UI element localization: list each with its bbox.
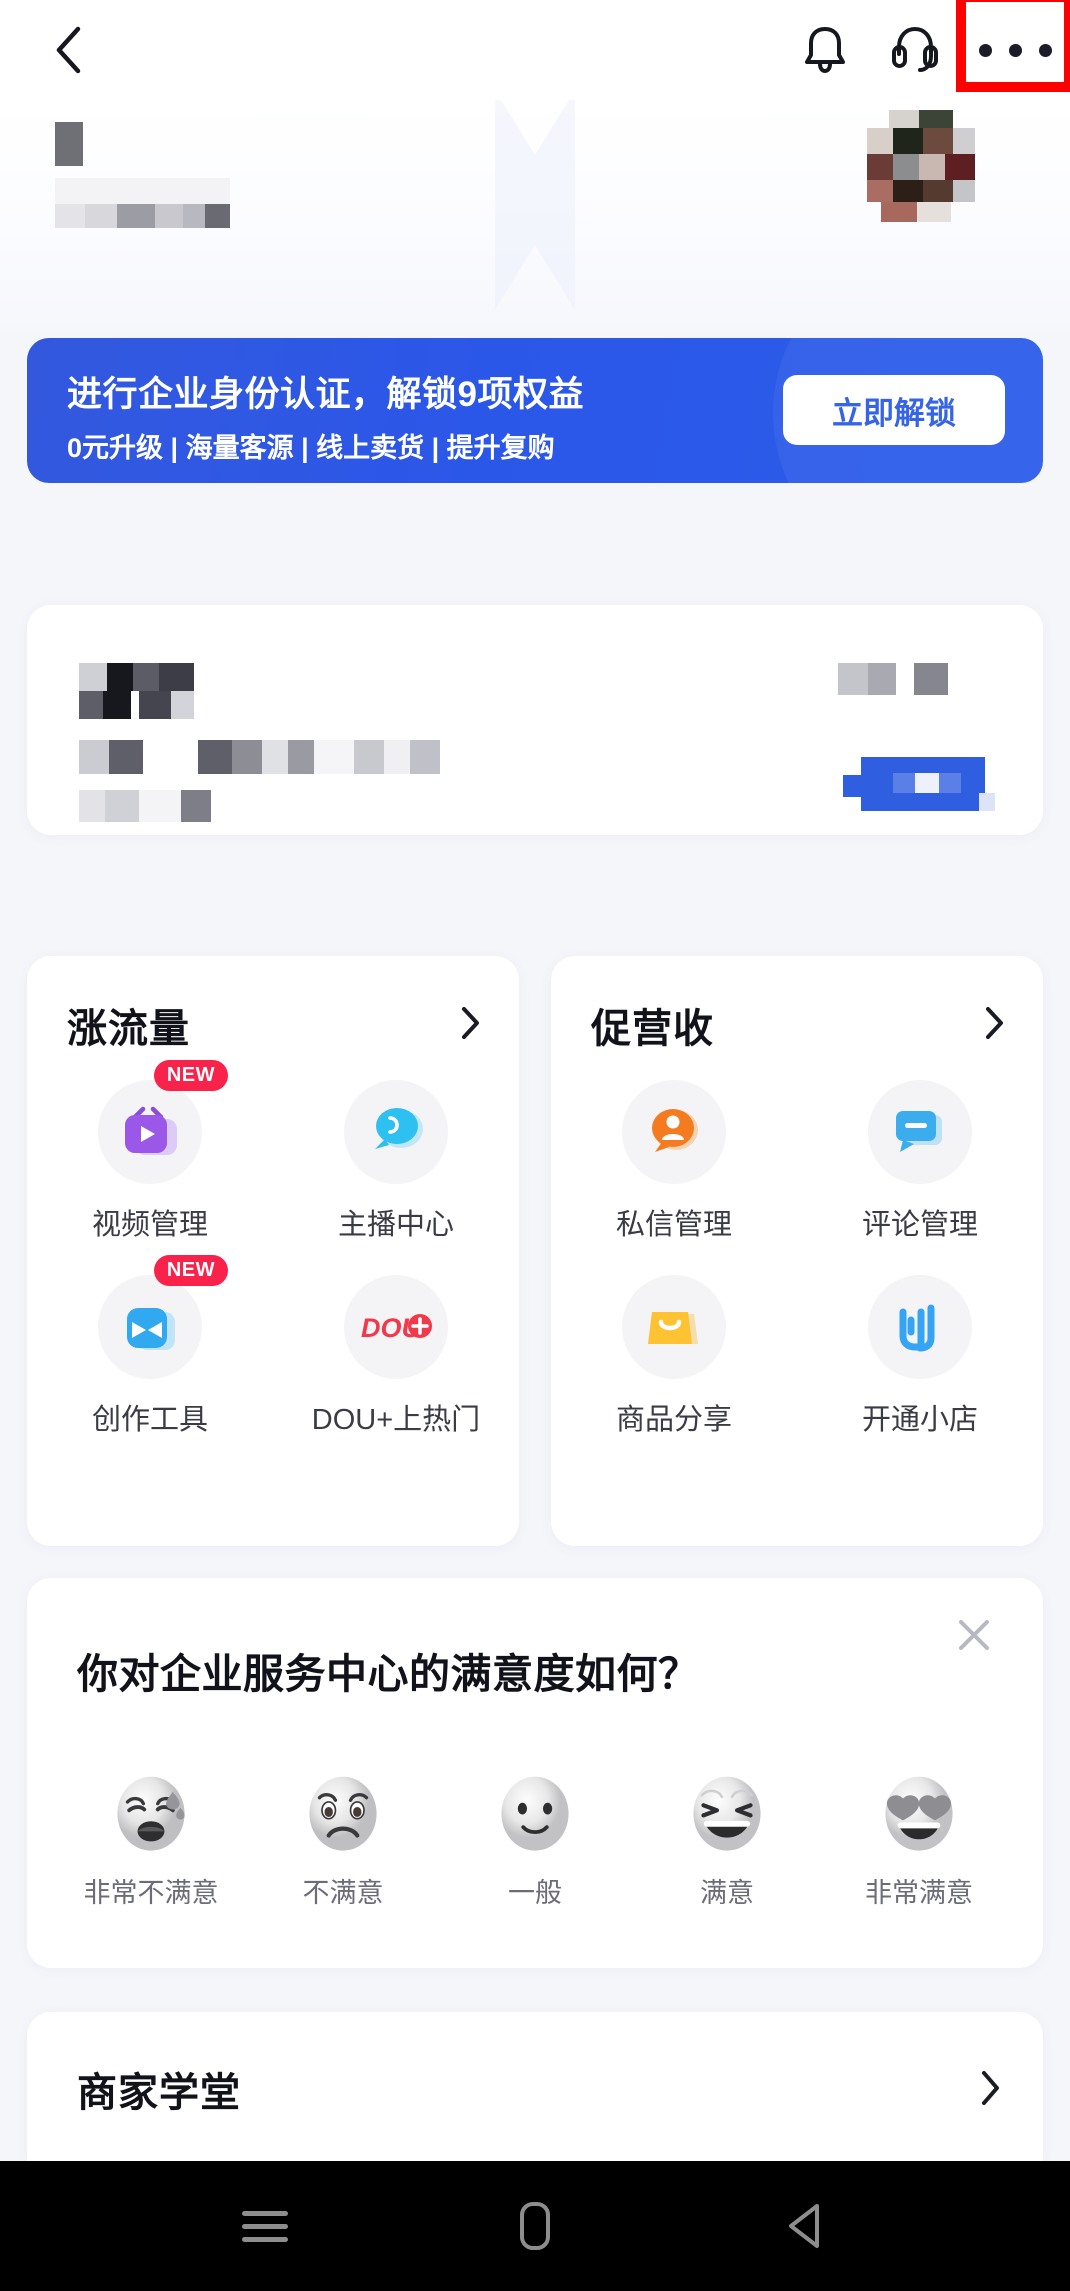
survey-option-satisfied[interactable]: 满意 (635, 1770, 819, 1910)
feature-label: DOU+上热门 (311, 1404, 481, 1436)
headset-icon[interactable] (870, 0, 960, 100)
section-title-traffic: 涨流量 (67, 1007, 190, 1051)
neutral-face (501, 1776, 569, 1851)
feature-item-direct-message[interactable]: 私信管理 (551, 1080, 797, 1243)
feature-item-video-management[interactable]: NEW 视频管理 (27, 1060, 273, 1243)
feature-label: 评论管理 (861, 1209, 978, 1241)
section-grid-traffic: NEW 视频管理 主播中心 NEW 创作工具 DOU DOU+上热门 (27, 1060, 519, 1438)
home-icon[interactable] (490, 2181, 580, 2271)
feature-item-creation-tools[interactable]: NEW 创作工具 (27, 1255, 273, 1438)
banner-title: 进行企业身份认证，解锁9项权益 (67, 375, 584, 414)
back-chevron-icon[interactable] (48, 22, 88, 78)
merchant-academy-card[interactable]: 商家学堂 (27, 2012, 1043, 2162)
profile-name-redacted (55, 122, 83, 166)
feature-label: 私信管理 (615, 1209, 732, 1241)
survey-option-neutral[interactable]: 一般 (443, 1770, 627, 1910)
top-bar (0, 0, 1070, 100)
survey-option-dissatisfied[interactable]: 不满意 (251, 1770, 435, 1910)
info-row-2-redacted (79, 740, 489, 774)
comment-icon (868, 1080, 972, 1184)
info-row-3-redacted (79, 790, 229, 822)
avatar[interactable] (867, 110, 975, 222)
section-card-traffic: 涨流量 NEW 视频管理 主播中心 NEW 创作工具 DOU DOU+上热门 (27, 956, 519, 1546)
account-info-card[interactable] (27, 605, 1043, 835)
frowning-face (309, 1776, 377, 1851)
profile-header (0, 100, 1070, 330)
direct-message-icon (622, 1080, 726, 1184)
feature-label: 开通小店 (861, 1404, 978, 1436)
open-shop-icon (868, 1275, 972, 1379)
new-badge: NEW (153, 1255, 228, 1286)
brand-watermark-icon (495, 100, 575, 310)
info-right-redacted (838, 663, 948, 695)
info-card-action-button[interactable] (843, 753, 995, 815)
feature-item-open-shop[interactable]: 开通小店 (797, 1275, 1043, 1438)
academy-title: 商家学堂 (77, 2071, 241, 2115)
feature-label: 视频管理 (91, 1209, 208, 1241)
survey-option-very-dissatisfied[interactable]: 非常不满意 (59, 1770, 243, 1910)
survey-option-label: 满意 (700, 1878, 754, 1908)
section-grid-revenue: 私信管理 评论管理 商品分享 开通小店 (551, 1080, 1043, 1438)
info-row-1-redacted (79, 663, 194, 719)
feature-item-product-share[interactable]: 商品分享 (551, 1275, 797, 1438)
dou-plus-icon: DOU (344, 1275, 448, 1379)
feature-label: 创作工具 (91, 1404, 208, 1436)
chevron-right-icon[interactable] (981, 2070, 1001, 2111)
heart-eyes-face (885, 1776, 953, 1851)
feature-item-anchor-center[interactable]: 主播中心 (273, 1080, 519, 1243)
feature-item-comment-management[interactable]: 评论管理 (797, 1080, 1043, 1243)
chevron-right-icon[interactable] (985, 1006, 1005, 1045)
recents-menu-icon[interactable] (220, 2181, 310, 2271)
certification-banner[interactable]: 进行企业身份认证，解锁9项权益 0元升级 | 海量客源 | 线上卖货 | 提升复… (27, 338, 1043, 483)
chevron-right-icon[interactable] (461, 1006, 481, 1045)
survey-option-very-satisfied[interactable]: 非常满意 (827, 1770, 1011, 1910)
more-options-button[interactable] (956, 0, 1070, 100)
feature-label: 主播中心 (337, 1209, 454, 1241)
video-tv-icon: NEW (98, 1060, 228, 1184)
survey-option-label: 不满意 (302, 1878, 384, 1908)
banner-subtitle: 0元升级 | 海量客源 | 线上卖货 | 提升复购 (67, 433, 555, 463)
section-header-traffic[interactable]: 涨流量 (67, 996, 481, 1054)
feature-label: 商品分享 (615, 1404, 732, 1436)
survey-option-label: 一般 (508, 1878, 562, 1908)
close-x-icon[interactable] (945, 1606, 1003, 1664)
android-navigation-bar (0, 2161, 1070, 2291)
unlock-now-button[interactable]: 立即解锁 (783, 375, 1005, 445)
survey-option-label: 非常满意 (865, 1878, 973, 1908)
satisfaction-survey-card: 你对企业服务中心的满意度如何？ 非常不满意 不满意 一般 满意 非常满意 (27, 1578, 1043, 1968)
top-bar-actions (780, 0, 1070, 100)
new-badge: NEW (153, 1060, 228, 1091)
survey-option-label: 非常不满意 (83, 1878, 219, 1908)
section-title-revenue: 促营收 (591, 1007, 714, 1051)
grinning-squint-face (693, 1776, 761, 1851)
anchor-bubble-icon (344, 1080, 448, 1184)
bell-icon[interactable] (780, 0, 870, 100)
shopping-bag-icon (622, 1275, 726, 1379)
survey-options-row: 非常不满意 不满意 一般 满意 非常满意 (59, 1770, 1011, 1910)
profile-subtitle-redacted (55, 178, 230, 228)
section-header-revenue[interactable]: 促营收 (591, 996, 1005, 1054)
back-triangle-icon[interactable] (760, 2181, 850, 2271)
more-dots-icon (978, 43, 1052, 57)
weary-face (117, 1776, 185, 1851)
section-card-revenue: 促营收 私信管理 评论管理 商品分享 开通小店 (551, 956, 1043, 1546)
feature-item-dou-plus[interactable]: DOU DOU+上热门 (273, 1275, 519, 1438)
creation-tools-icon: NEW (98, 1255, 228, 1379)
survey-question: 你对企业服务中心的满意度如何？ (77, 1651, 700, 1697)
